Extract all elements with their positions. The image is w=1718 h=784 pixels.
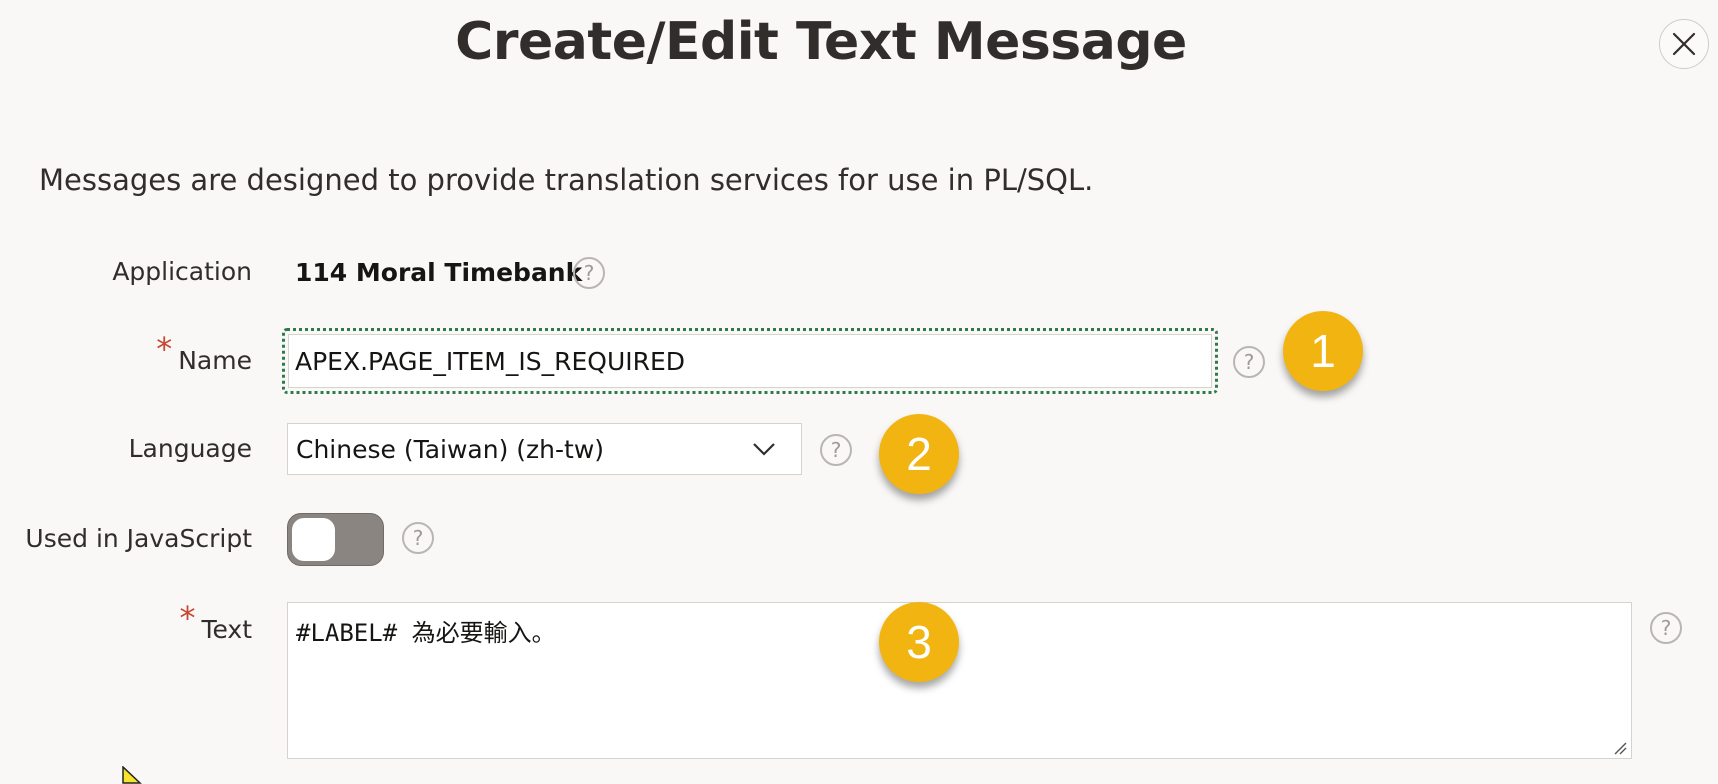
toggle-knob <box>292 518 335 561</box>
name-help-icon[interactable]: ? <box>1233 346 1265 378</box>
text-label: * Text <box>179 599 252 644</box>
application-help-icon[interactable]: ? <box>573 257 605 289</box>
language-selected-value: Chinese (Taiwan) (zh-tw) <box>296 434 605 464</box>
name-label-text: Name <box>178 346 252 375</box>
mouse-cursor-icon <box>122 766 142 784</box>
required-marker: * <box>179 599 196 637</box>
resize-grip-icon[interactable] <box>1613 741 1627 755</box>
close-button[interactable] <box>1659 19 1709 69</box>
application-label: Application <box>112 257 252 286</box>
text-textarea[interactable]: #LABEL# 為必要輸入。 <box>287 602 1632 759</box>
language-select[interactable]: Chinese (Taiwan) (zh-tw) <box>287 423 802 475</box>
used-in-js-toggle[interactable] <box>287 513 384 566</box>
text-label-text: Text <box>201 615 252 644</box>
used-in-js-help-icon[interactable]: ? <box>402 522 434 554</box>
language-help-icon[interactable]: ? <box>820 434 852 466</box>
text-help-icon[interactable]: ? <box>1650 612 1682 644</box>
application-value: 114 Moral Timebank <box>295 258 583 287</box>
language-label: Language <box>128 434 252 463</box>
chevron-down-icon <box>753 443 775 456</box>
dialog-title: Create/Edit Text Message <box>455 12 1187 72</box>
callout-badge-3: 3 <box>879 602 959 682</box>
name-input[interactable] <box>288 334 1212 388</box>
intro-text: Messages are designed to provide transla… <box>39 163 1094 197</box>
name-label: * Name <box>156 330 252 375</box>
required-marker: * <box>156 330 173 368</box>
close-icon <box>1672 32 1696 56</box>
used-in-js-label: Used in JavaScript <box>25 524 252 553</box>
callout-badge-1: 1 <box>1283 311 1363 391</box>
callout-badge-2: 2 <box>879 414 959 494</box>
